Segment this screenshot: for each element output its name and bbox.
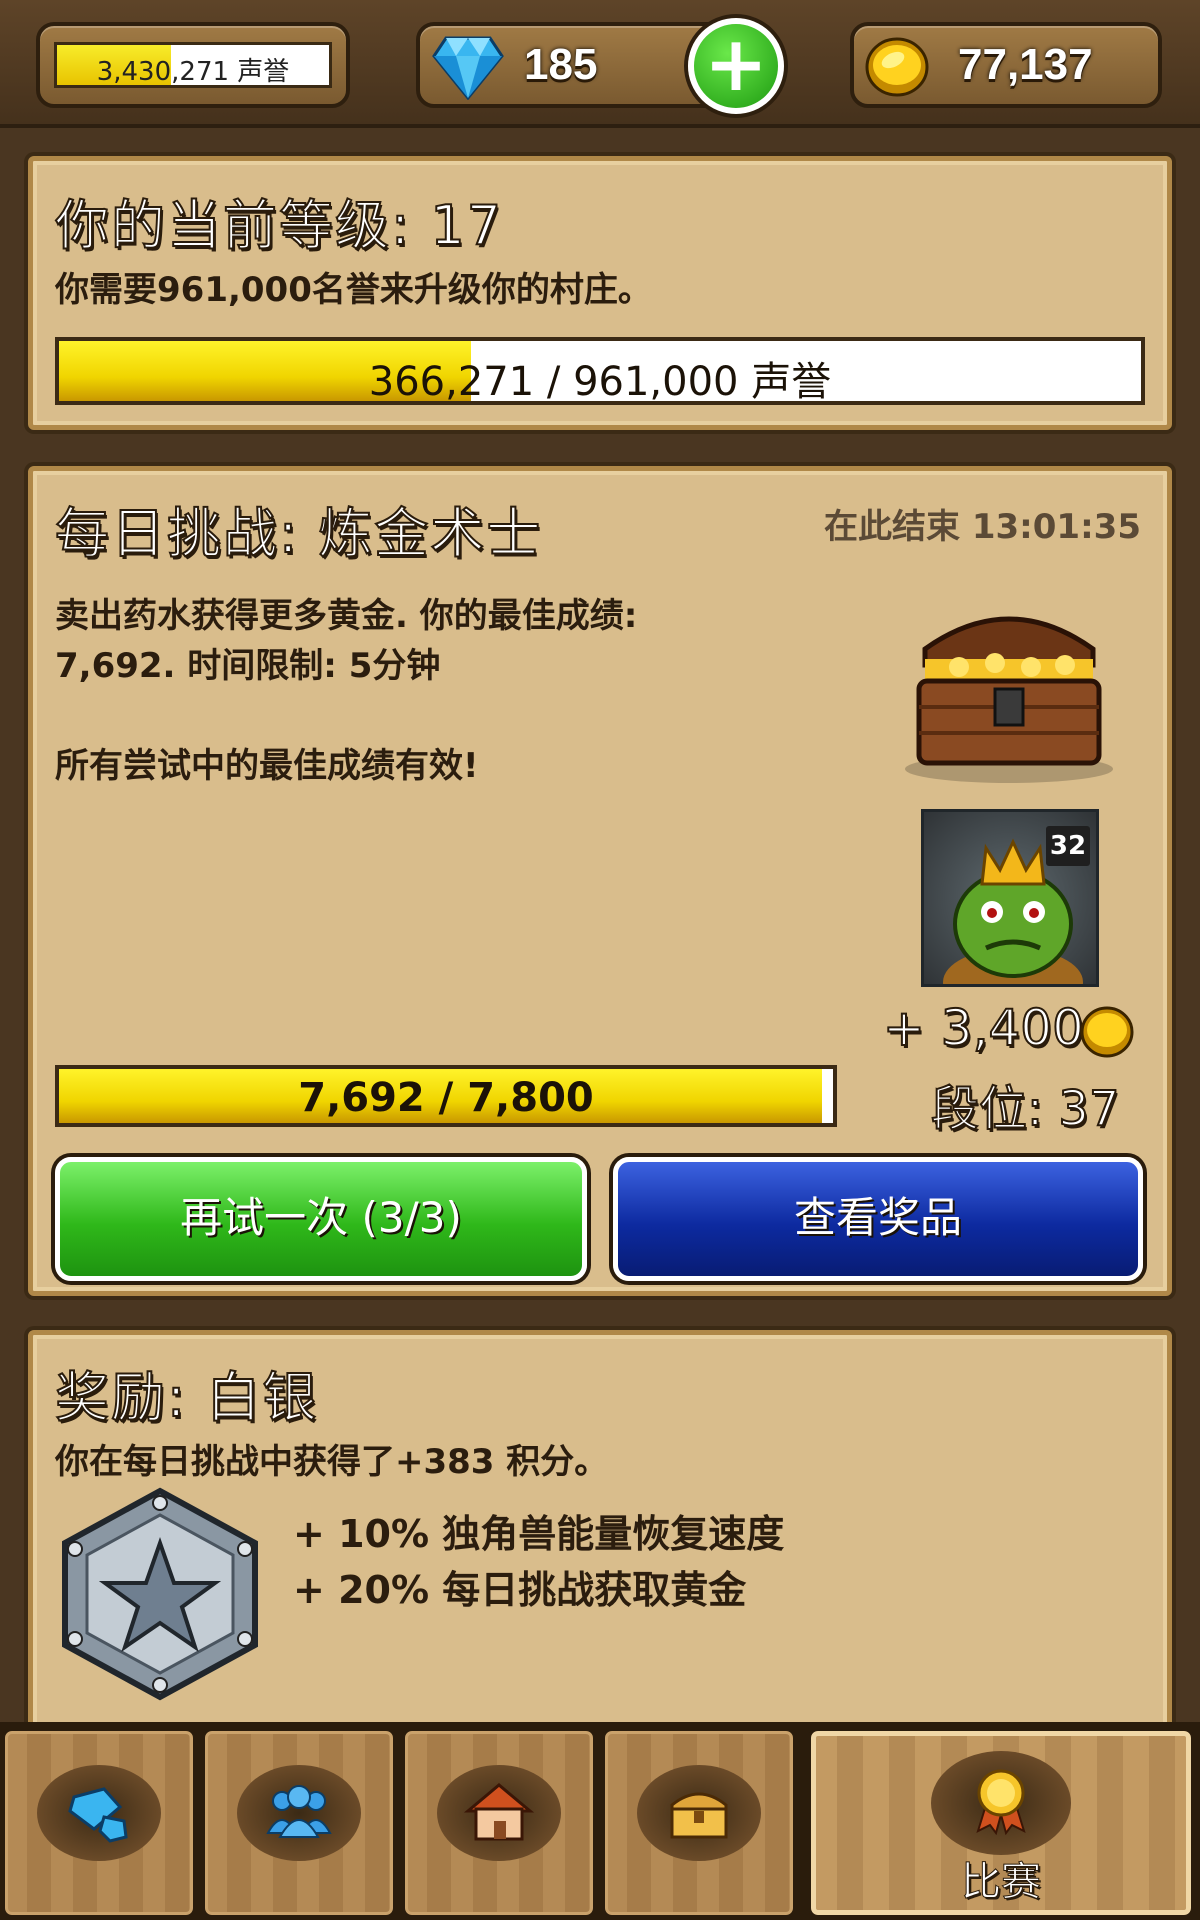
challenge-desc-line2: 7,692. 时间限制: 5分钟: [55, 646, 441, 686]
fame-text: 3,430,271 声誉: [96, 57, 290, 87]
chest-icon: [670, 1792, 728, 1839]
level-title: 你的当前等级: 17: [54, 193, 504, 258]
opponent-avatar: 32: [921, 809, 1099, 987]
challenge-desc-line1: 卖出药水获得更多黄金. 你的最佳成绩:: [55, 596, 638, 636]
challenge-progress-text: 7,692 / 7,800: [298, 1075, 594, 1121]
gold-coin-icon: [1080, 1006, 1134, 1058]
rewards-points: 你在每日挑战中获得了+383 积分。: [55, 1442, 609, 1482]
gold-display: 77,137: [850, 22, 1162, 108]
daily-challenge-panel: 每日挑战: 炼金术士 在此结束 13:01:35 卖出药水获得更多黄金. 你的最…: [28, 466, 1172, 1296]
challenge-rank: 段位: 37: [930, 1080, 1121, 1138]
add-gems-button[interactable]: +: [688, 18, 784, 114]
nav-shop[interactable]: [2, 1728, 196, 1918]
level-progress-bar: 366,271 / 961,000 声誉: [55, 337, 1145, 405]
gem-icon: [68, 1787, 128, 1843]
top-bar: 3,430,271 声誉 185 + 77,137: [0, 0, 1200, 128]
rewards-title: 奖励: 白银: [54, 1365, 319, 1430]
level-panel: 你的当前等级: 17 你需要961,000名誉来升级你的村庄。 366,271 …: [28, 156, 1172, 430]
challenge-progress-bar: 7,692 / 7,800: [55, 1065, 837, 1127]
nav-social[interactable]: [202, 1728, 396, 1918]
nav-inventory[interactable]: [602, 1728, 796, 1918]
silver-medal-icon: [62, 1487, 258, 1701]
gems-display: 185 +: [416, 18, 784, 114]
diamond-icon: [432, 36, 504, 100]
reward-bonus-1: + 10% 独角兽能量恢复速度: [293, 1512, 785, 1556]
reward-bonus-2: + 20% 每日挑战获取黄金: [293, 1568, 747, 1612]
nav-tournament[interactable]: 比赛: [808, 1728, 1194, 1918]
gold-count: 77,137: [958, 40, 1093, 89]
avatar-level-badge: 32: [1046, 826, 1090, 866]
gold-coin-icon: [865, 37, 929, 97]
view-prizes-button[interactable]: 查看奖品: [613, 1157, 1143, 1281]
bottom-nav: 比赛: [0, 1722, 1200, 1920]
level-description: 你需要961,000名誉来升级你的村庄。: [55, 270, 652, 310]
nav-tournament-label: 比赛: [961, 1859, 1042, 1906]
people-icon: [266, 1785, 332, 1838]
gems-count: 185: [524, 40, 598, 89]
challenge-end-time: 在此结束 13:01:35: [824, 507, 1141, 547]
treasure-chest-icon: [905, 616, 1113, 783]
retry-button[interactable]: 再试一次 (3/3): [55, 1157, 587, 1281]
challenge-reward-amount: + 3,400: [882, 998, 1085, 1058]
rewards-panel: 奖励: 白银 你在每日挑战中获得了+383 积分。 + 10% 独角兽能量恢复速…: [28, 1330, 1172, 1760]
level-progress-text: 366,271 / 961,000 声誉: [368, 359, 832, 405]
challenge-title: 每日挑战: 炼金术士: [54, 501, 543, 566]
house-icon: [464, 1783, 534, 1841]
fame-bar: 3,430,271 声誉: [54, 42, 332, 88]
fame-display: 3,430,271 声誉: [36, 22, 350, 108]
medal-icon: [976, 1769, 1026, 1835]
challenge-note: 所有尝试中的最佳成绩有效!: [55, 746, 479, 786]
nav-village[interactable]: [402, 1728, 596, 1918]
